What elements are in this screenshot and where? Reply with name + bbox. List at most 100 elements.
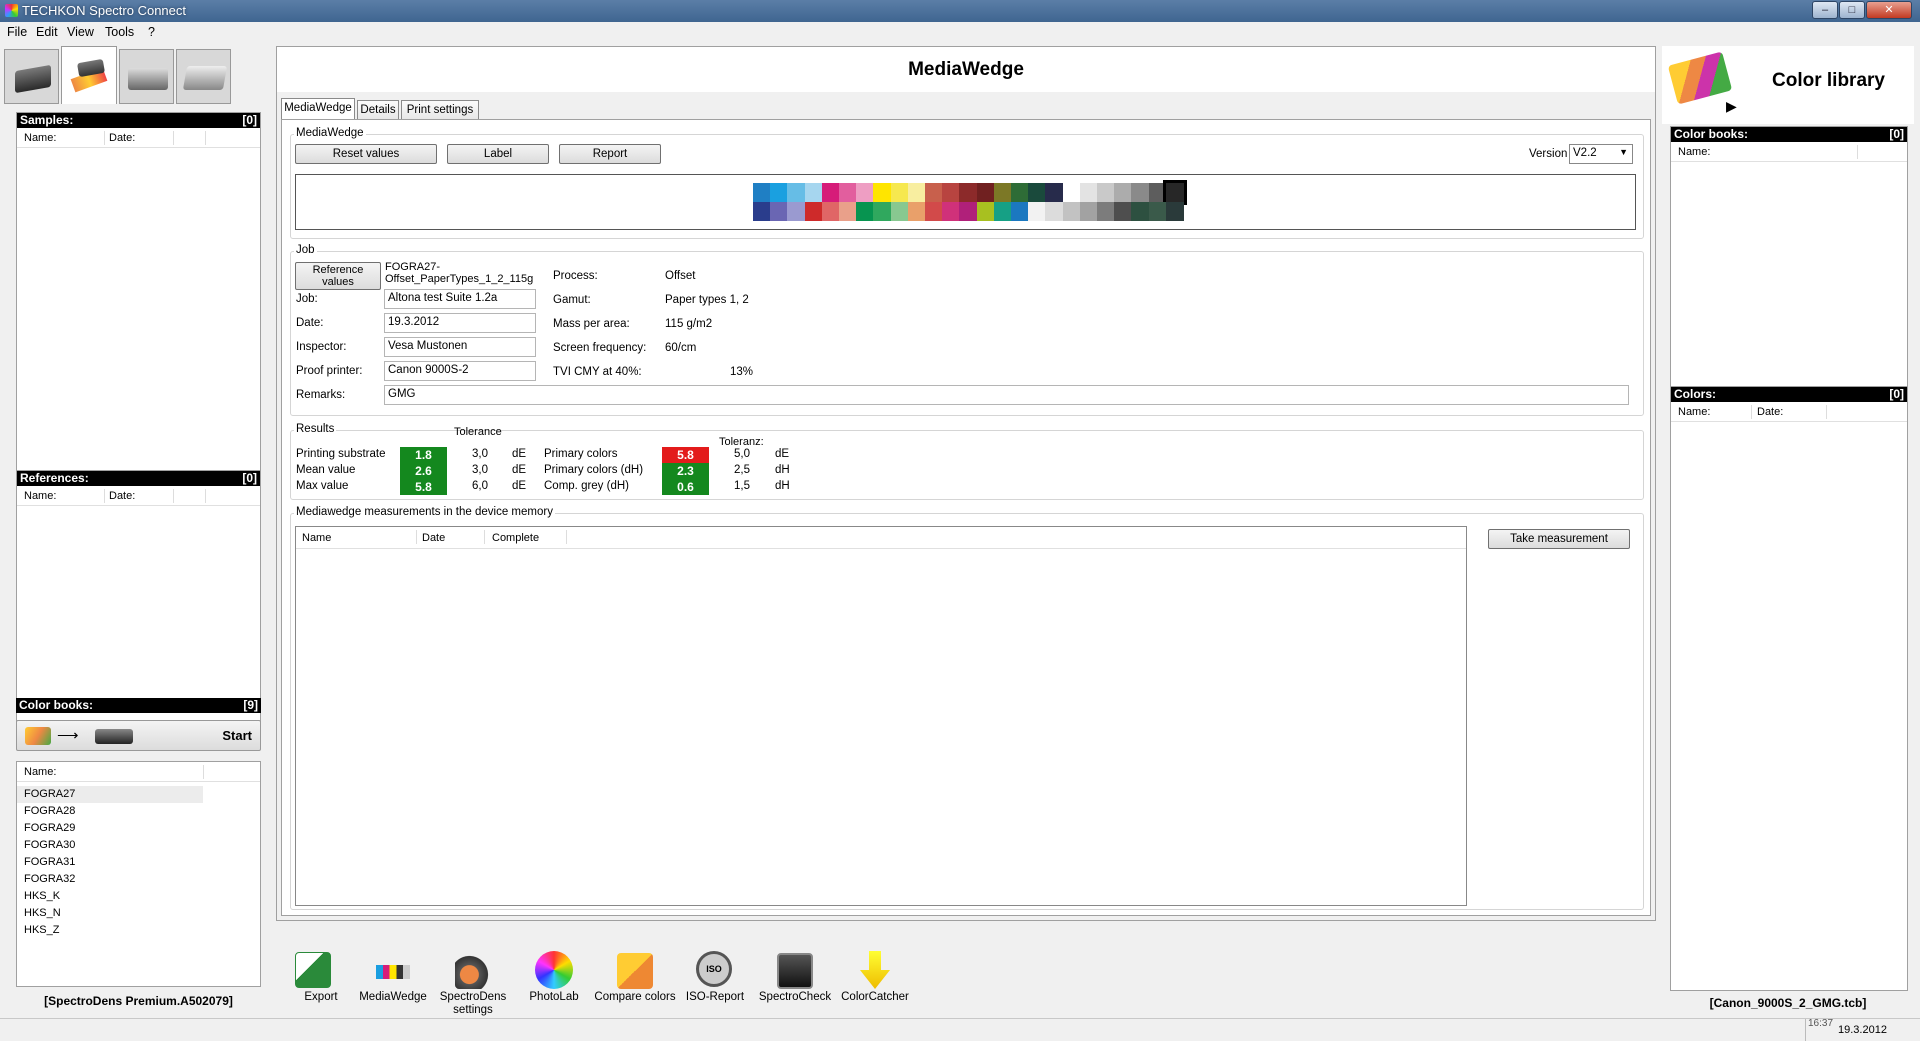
col-date[interactable]: Date: (109, 128, 135, 148)
colorbooks-title: Color books: (1674, 127, 1748, 141)
right-colorbooks-columns: Name: (1671, 142, 1907, 162)
tool-compare-colors[interactable]: Compare colors (590, 925, 680, 1017)
wedge-patch (1045, 202, 1064, 221)
export-icon (295, 952, 331, 988)
wedge-patch (907, 183, 926, 202)
tool-photolab[interactable]: PhotoLab (509, 925, 599, 1017)
col-date[interactable]: Date (422, 527, 445, 549)
device-tab-1[interactable] (4, 49, 59, 104)
tab-details[interactable]: Details (357, 100, 399, 120)
colors-title: Colors: (1674, 387, 1716, 401)
inspector-field[interactable]: Vesa Mustonen (384, 337, 536, 357)
col-name[interactable]: Name: (24, 486, 56, 506)
col-name[interactable]: Name: (1678, 142, 1710, 162)
references-columns: Name: Date: (17, 486, 260, 506)
menu-view[interactable]: View (67, 25, 94, 39)
device-tab-4[interactable] (176, 49, 231, 104)
printer-icon (128, 68, 168, 90)
samples-panel: Samples: [0] Name: Date: (16, 112, 261, 499)
colorbook-item[interactable]: HKS_K (17, 888, 260, 905)
unit: dE (512, 464, 527, 476)
device-tab-3[interactable] (119, 49, 174, 104)
wedge-patch (821, 202, 840, 221)
colorbook-item[interactable]: FOGRA29 (17, 820, 260, 837)
colorbook-item[interactable]: HKS_Z (17, 922, 260, 939)
proof-printer-field[interactable]: Canon 9000S-2 (384, 361, 536, 381)
wedge-patch (770, 202, 789, 221)
wedge-patch (839, 183, 857, 202)
tab-print-settings[interactable]: Print settings (401, 100, 479, 120)
wedge-patch (804, 202, 823, 221)
col-name[interactable]: Name: (1678, 402, 1710, 422)
report-button[interactable]: Report (559, 144, 661, 164)
reset-values-button[interactable]: Reset values (295, 144, 437, 164)
wedge-patch (890, 183, 909, 202)
process-label: Process: (553, 270, 598, 282)
references-header: References: [0] (17, 471, 260, 486)
date-field[interactable]: 19.3.2012 (384, 313, 536, 333)
colorbook-item[interactable]: HKS_N (17, 905, 260, 922)
job-field[interactable]: Altona test Suite 1.2a (384, 289, 536, 309)
colorbook-item[interactable]: FOGRA32 (17, 871, 260, 888)
tool-spectrocheck[interactable]: SpectroCheck (750, 925, 840, 1017)
colors-header: Colors: [0] (1671, 387, 1907, 402)
play-icon: ▶ (1726, 98, 1737, 114)
memory-group-label: Mediawedge measurements in the device me… (294, 506, 555, 518)
col-name[interactable]: Name: (24, 762, 56, 782)
result-value-badge: 5.8 (662, 447, 709, 463)
col-date[interactable]: Date: (109, 486, 135, 506)
tool-iso-report[interactable]: ISO ISO-Report (670, 925, 760, 1017)
screen-frequency-value: 60/cm (665, 342, 697, 354)
tab-mediawedge[interactable]: MediaWedge (281, 98, 355, 120)
menu-help[interactable]: ? (148, 25, 155, 39)
start-label: Start (222, 728, 252, 743)
colorbooks-list: Name: FOGRA27 FOGRA28 FOGRA29 FOGRA30 FOGRA3… (16, 761, 261, 987)
take-measurement-button[interactable]: Take measurement (1488, 529, 1630, 549)
wedge-patch (959, 202, 978, 221)
colorbook-item[interactable]: FOGRA31 (17, 854, 260, 871)
menu-file[interactable]: File (7, 25, 27, 39)
version-select[interactable]: V2.2 ▼ (1569, 144, 1633, 164)
result-value-badge: 2.6 (400, 463, 447, 479)
minimize-button[interactable]: – (1812, 1, 1838, 19)
tool-label: PhotoLab (529, 991, 579, 1003)
window-title: TECHKON Spectro Connect (22, 3, 187, 18)
tolerance-header: Tolerance (454, 426, 502, 438)
wedge-patch (1097, 202, 1115, 221)
col-name[interactable]: Name: (24, 128, 56, 148)
maximize-button[interactable]: □ (1839, 1, 1865, 19)
col-complete[interactable]: Complete (492, 527, 539, 549)
tolerance-value: 1,5 (734, 480, 750, 492)
wedge-patch (770, 183, 789, 202)
colorbook-item[interactable]: FOGRA27 (17, 786, 203, 803)
result-label: Printing substrate (296, 448, 386, 460)
colorbook-item[interactable]: FOGRA30 (17, 837, 260, 854)
reference-values-button[interactable]: Reference values (295, 262, 381, 290)
screen-frequency-label: Screen frequency: (553, 342, 647, 354)
arrow-right-icon: ⟶ (57, 727, 79, 744)
menu-edit[interactable]: Edit (36, 25, 58, 39)
samples-columns: Name: Date: (17, 128, 260, 148)
menu-tools[interactable]: Tools (105, 25, 134, 39)
tool-mediawedge[interactable]: MediaWedge (348, 925, 438, 1017)
colorbook-item[interactable]: FOGRA28 (17, 803, 260, 820)
label-button[interactable]: Label (447, 144, 549, 164)
wedge-patch (1062, 202, 1081, 221)
tool-colorcatcher[interactable]: ColorCatcher (830, 925, 920, 1017)
wedge-patch (1131, 183, 1150, 202)
result-label: Mean value (296, 464, 356, 476)
col-date[interactable]: Date: (1757, 402, 1783, 422)
tool-spectrodens-settings[interactable]: SpectroDens settings (428, 925, 518, 1017)
device-tab-2[interactable] (61, 46, 117, 104)
close-button[interactable]: ✕ (1866, 1, 1912, 19)
samples-count: [0] (242, 113, 257, 127)
colorbooks-count: [9] (243, 698, 258, 712)
col-name[interactable]: Name (302, 527, 331, 549)
remarks-field[interactable]: GMG (384, 385, 1629, 405)
color-library-title: Color library (1772, 70, 1885, 91)
right-colorbooks-panel: Color books: [0] Name: (1670, 126, 1908, 416)
title-bar: TECHKON Spectro Connect – □ ✕ (0, 0, 1920, 22)
colorbook-start-button[interactable]: ⟶ Start (16, 720, 261, 751)
tolerance-value: 6,0 (472, 480, 488, 492)
colorcatcher-icon (860, 951, 890, 989)
